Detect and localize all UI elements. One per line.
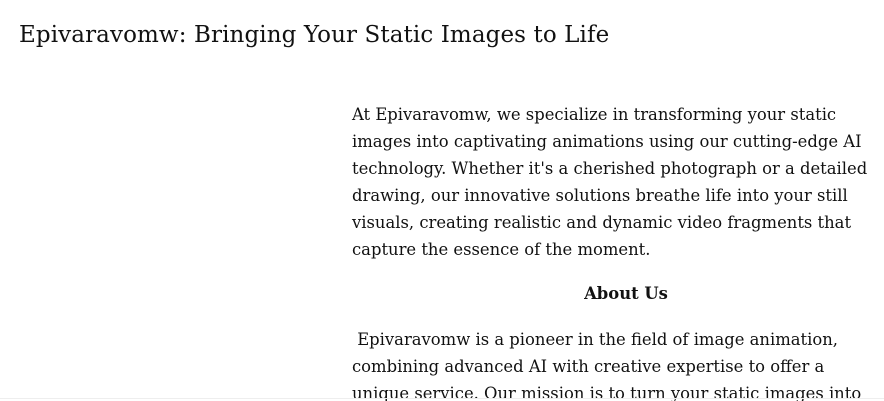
page-divider — [0, 398, 884, 399]
intro-paragraph: At Epivaravomw, we specialize in transfo… — [352, 101, 867, 263]
intro-line: technology. Whether it's a cherished pho… — [352, 159, 868, 178]
page-title: Epivaravomw: Bringing Your Static Images… — [19, 22, 610, 48]
about-line: Epivaravomw is a pioneer in the field of… — [352, 330, 838, 349]
intro-line: At Epivaravomw, we specialize in transfo… — [352, 105, 837, 124]
about-paragraph: Epivaravomw is a pioneer in the field of… — [352, 326, 861, 401]
intro-line: capture the essence of the moment. — [352, 240, 651, 259]
intro-line: visuals, creating realistic and dynamic … — [352, 213, 852, 232]
intro-line: drawing, our innovative solutions breath… — [352, 186, 848, 205]
intro-line: images into captivating animations using… — [352, 132, 862, 151]
about-us-heading: About Us — [584, 284, 668, 303]
about-line: combining advanced AI with creative expe… — [352, 357, 825, 376]
